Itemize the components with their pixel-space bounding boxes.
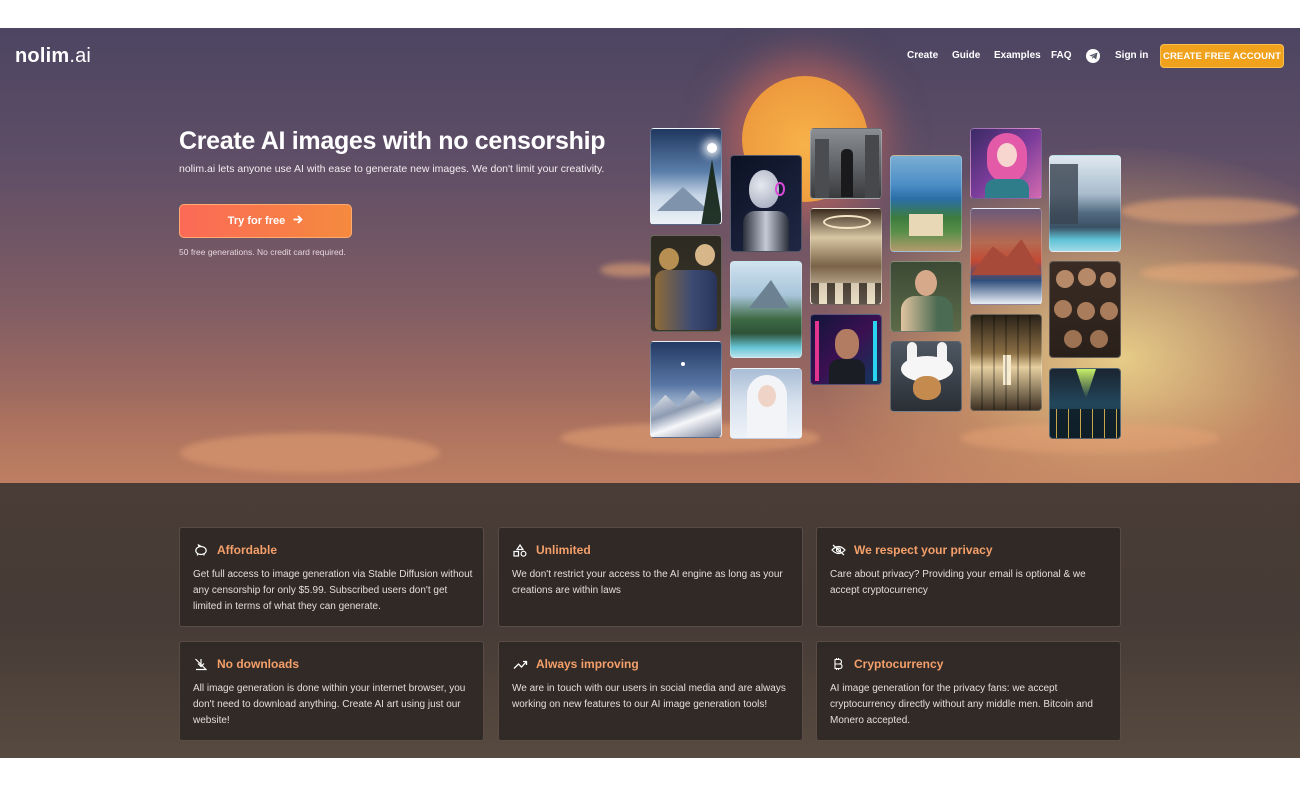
feature-text: All image generation is done within your… [193, 683, 466, 726]
feature-text: We don't restrict your access to the AI … [512, 569, 783, 596]
feature-title: We respect your privacy [854, 543, 993, 557]
try-for-free-label: Try for free [227, 215, 286, 227]
no-download-icon [193, 657, 209, 671]
navbar: nolim.ai Create Guide Examples FAQ Sign … [0, 28, 1300, 84]
piggy-bank-icon [193, 543, 209, 557]
gallery-image-anime-girl[interactable] [970, 128, 1042, 199]
try-for-free-button[interactable]: Try for free [179, 204, 352, 238]
landing-page: nolim.ai Create Guide Examples FAQ Sign … [0, 28, 1300, 758]
bitcoin-icon [830, 657, 846, 671]
gallery-image-snowy-peaks-sunset[interactable] [650, 341, 722, 438]
trending-up-icon [512, 657, 528, 671]
gallery-image-red-mountain-sunset[interactable] [970, 208, 1042, 305]
gallery-image-monkey-group[interactable] [1049, 261, 1121, 358]
feature-card-affordable: Affordable Get full access to image gene… [179, 527, 484, 627]
telegram-icon[interactable] [1086, 49, 1100, 63]
gallery-image-neon-night-city[interactable] [1049, 368, 1121, 439]
shapes-icon [512, 543, 528, 557]
feature-card-cryptocurrency: Cryptocurrency AI image generation for t… [816, 641, 1121, 741]
arrow-right-icon [293, 215, 304, 227]
feature-title: Unlimited [536, 543, 591, 557]
sign-in-link[interactable]: Sign in [1115, 50, 1148, 61]
gallery-image-snowy-mountain-sun[interactable] [650, 128, 722, 225]
feature-text: Care about privacy? Providing your email… [830, 569, 1086, 596]
feature-card-always-improving: Always improving We are in touch with ou… [498, 641, 803, 741]
cloud [1120, 198, 1300, 224]
create-account-button[interactable]: CREATE FREE ACCOUNT [1160, 44, 1284, 68]
features-section: Affordable Get full access to image gene… [0, 483, 1300, 758]
nav-guide[interactable]: Guide [952, 50, 980, 61]
gallery-image-glass-house-pool[interactable] [1049, 155, 1121, 252]
feature-title: Cryptocurrency [854, 657, 944, 671]
gallery-image-monkey-family-portrait[interactable] [650, 235, 722, 332]
nav-create[interactable]: Create [907, 50, 938, 61]
feature-card-unlimited: Unlimited We don't restrict your access … [498, 527, 803, 627]
feature-card-no-downloads: No downloads All image generation is don… [179, 641, 484, 741]
nav-examples[interactable]: Examples [994, 50, 1041, 61]
feature-text: Get full access to image generation via … [193, 569, 473, 612]
eye-off-icon [830, 543, 846, 557]
cloud [1140, 263, 1300, 283]
hero-subtitle: nolim.ai lets anyone use AI with ease to… [179, 163, 605, 175]
feature-title: Affordable [217, 543, 277, 557]
feature-card-privacy: We respect your privacy Care about priva… [816, 527, 1121, 627]
feature-text: We are in touch with our users in social… [512, 683, 786, 710]
feature-text: AI image generation for the privacy fans… [830, 683, 1093, 726]
hero-section: nolim.ai Create Guide Examples FAQ Sign … [0, 28, 1300, 483]
gallery-image-luxury-hallway[interactable] [970, 314, 1042, 411]
nav-faq[interactable]: FAQ [1051, 50, 1072, 61]
gallery-image-white-haired-woman[interactable] [730, 368, 802, 439]
feature-title: No downloads [217, 657, 299, 671]
feature-title: Always improving [536, 657, 639, 671]
logo[interactable]: nolim.ai [15, 45, 91, 68]
gallery-image-mediterranean-villa[interactable] [890, 155, 962, 252]
gallery-image-robot-woman-portrait[interactable] [730, 155, 802, 252]
gallery-image-cyberpunk-bearded-man[interactable] [810, 314, 882, 385]
gallery-image-modern-villa-pool[interactable] [730, 261, 802, 358]
gallery-image-renaissance-woman-painting[interactable] [890, 261, 962, 332]
gallery-image-grand-hotel-lobby[interactable] [810, 208, 882, 305]
gallery-image-man-in-ruined-city[interactable] [810, 128, 882, 199]
hero-note: 50 free generations. No credit card requ… [179, 247, 346, 257]
hero-title: Create AI images with no censorship [179, 127, 606, 155]
gallery-image-dog-in-bunny-hat[interactable] [890, 341, 962, 412]
